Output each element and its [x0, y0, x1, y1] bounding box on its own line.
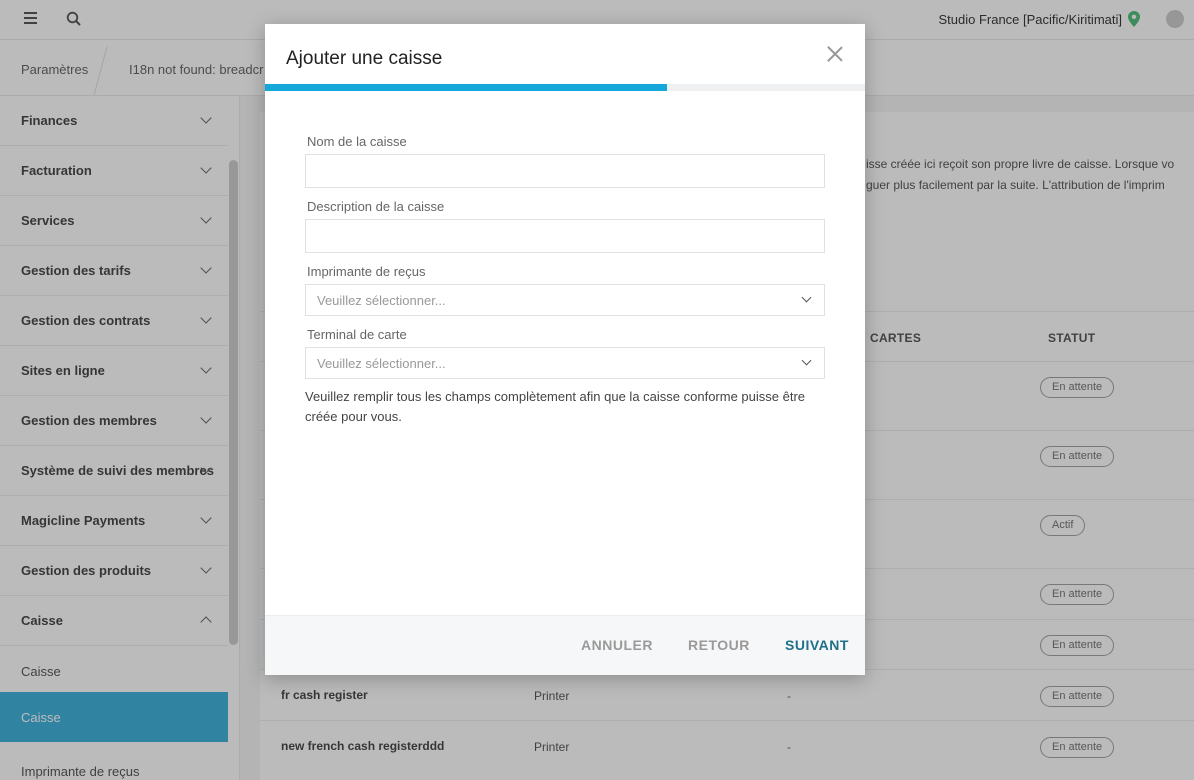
back-button[interactable]: RETOUR [688, 637, 750, 653]
select-placeholder: Veuillez sélectionner... [317, 293, 446, 308]
receipt-printer-select[interactable]: Veuillez sélectionner... [305, 284, 825, 316]
progress-fill [265, 84, 667, 91]
add-cash-register-dialog: Ajouter une caisse Nom de la caisse Desc… [265, 24, 865, 675]
cancel-button[interactable]: ANNULER [581, 637, 653, 653]
form-hint-text: Veuillez remplir tous les champs complèt… [305, 389, 806, 424]
chevron-down-icon [801, 292, 812, 303]
name-input[interactable] [305, 154, 825, 188]
chevron-down-icon [801, 355, 812, 366]
dialog-footer: ANNULER RETOUR SUIVANT [265, 615, 865, 675]
select-placeholder: Veuillez sélectionner... [317, 356, 446, 371]
close-icon[interactable] [825, 44, 845, 64]
card-terminal-select[interactable]: Veuillez sélectionner... [305, 347, 825, 379]
description-label: Description de la caisse [307, 199, 445, 214]
dialog-title: Ajouter une caisse [286, 48, 443, 69]
description-input[interactable] [305, 219, 825, 253]
receipt-printer-label: Imprimante de reçus [307, 264, 426, 279]
card-terminal-label: Terminal de carte [307, 327, 407, 342]
next-button[interactable]: SUIVANT [785, 637, 849, 653]
name-label: Nom de la caisse [307, 134, 407, 149]
progress-bar [265, 84, 865, 91]
